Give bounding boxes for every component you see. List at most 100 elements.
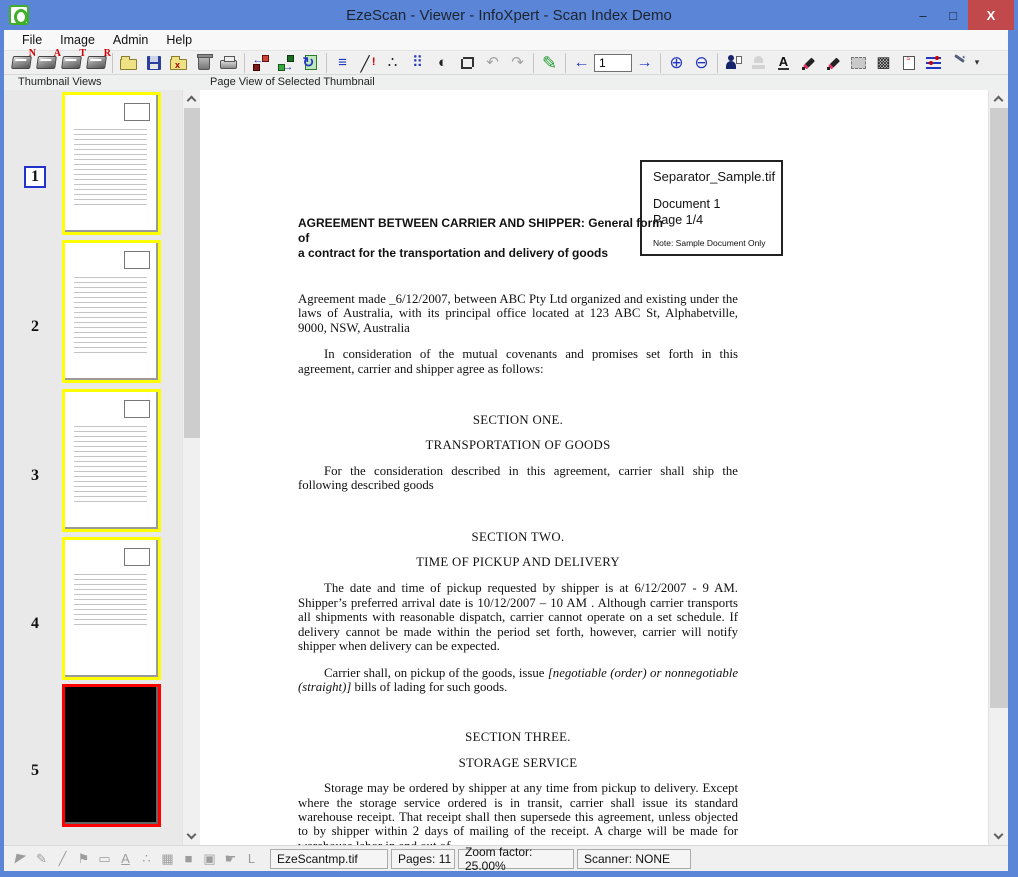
menu-admin[interactable]: Admin — [105, 31, 156, 49]
undo-button[interactable]: ↶ — [480, 52, 505, 74]
redact-person-button[interactable] — [721, 52, 746, 74]
pen-tool-icon[interactable]: ✎ — [31, 849, 52, 869]
paragraph-text: bills of lading for such goods. — [351, 680, 507, 694]
zoom-out-button[interactable]: ⊖ — [689, 52, 714, 74]
marker-icon — [801, 55, 817, 71]
stamp-icon — [752, 56, 766, 69]
menu-file[interactable]: File — [14, 31, 50, 49]
paragraph: In consideration of the mutual covenants… — [298, 347, 738, 376]
thumbnail-page-4[interactable] — [62, 537, 161, 680]
close-button[interactable]: X — [968, 0, 1014, 30]
scroll-up-button[interactable] — [989, 90, 1008, 107]
clean-image-button[interactable]: ▩ — [871, 52, 896, 74]
pencil-tool-icon[interactable]: ╱ — [52, 849, 73, 869]
despeckle-heavy-button[interactable]: ⠿ — [405, 52, 430, 74]
highlighter-button[interactable]: ✎ — [537, 52, 562, 74]
scroll-up-button[interactable] — [183, 90, 200, 107]
menu-help[interactable]: Help — [158, 31, 200, 49]
thumbnail-number-3: 3 — [24, 467, 46, 485]
status-zoom-factor: Zoom factor: 25.00% — [458, 849, 574, 869]
redo-button[interactable]: ↷ — [505, 52, 530, 74]
note-icon: ≈ — [903, 56, 915, 70]
status-scanner: Scanner: NONE — [577, 849, 691, 869]
stamp-tool-icon[interactable]: ▦ — [157, 849, 178, 869]
delete-page-button[interactable] — [191, 52, 216, 74]
zoom-in-button[interactable]: ⊕ — [664, 52, 689, 74]
zoom-in-icon: ⊕ — [669, 54, 683, 71]
text-annotation-button[interactable]: A — [771, 52, 796, 74]
scan-append-button[interactable]: A — [34, 52, 59, 74]
thumbnail-scrollbar-thumb[interactable] — [184, 108, 200, 438]
thumbnail-scrollbar[interactable] — [182, 90, 200, 845]
pointer-tool-icon[interactable]: ◤ — [8, 847, 33, 871]
magic-wand-icon — [951, 55, 967, 71]
marker-2-button[interactable] — [821, 52, 846, 74]
close-icon: X — [987, 8, 996, 23]
scan-twain-button[interactable]: T — [59, 52, 84, 74]
thumbnail-page-2[interactable] — [62, 240, 161, 383]
minimize-button[interactable]: – — [908, 0, 938, 30]
fill-dots-tool-icon[interactable]: ▣ — [199, 849, 220, 869]
save-file-button[interactable] — [141, 52, 166, 74]
lasso-tool-icon[interactable]: ⚑ — [73, 849, 94, 869]
crop-border-button[interactable] — [455, 52, 480, 74]
move-page-right-button[interactable]: → — [273, 52, 298, 74]
prev-page-button[interactable]: ← — [569, 52, 594, 74]
paragraph-text: Carrier shall, on pickup of the goods, i… — [324, 666, 548, 680]
adjust-settings-button[interactable] — [921, 52, 946, 74]
notes-button[interactable]: ≈ — [896, 52, 921, 74]
open-file-button[interactable] — [116, 52, 141, 74]
clean-image-icon: ▩ — [876, 55, 890, 70]
select-region-button[interactable] — [846, 52, 871, 74]
spray-tool-icon[interactable]: ∴ — [136, 849, 157, 869]
redo-icon: ↷ — [511, 55, 524, 70]
magic-wand-button[interactable] — [946, 52, 971, 74]
prev-page-icon: ← — [574, 54, 590, 72]
marker-icon — [826, 55, 842, 71]
align-lines-button[interactable]: ≡ — [330, 52, 355, 74]
thumbnail-page-image — [65, 687, 158, 824]
move-page-left-button[interactable]: ← — [248, 52, 273, 74]
page-view-scrollbar[interactable] — [988, 90, 1008, 845]
next-page-button[interactable]: → — [632, 52, 657, 74]
window-controls: – □ X — [908, 0, 1014, 30]
text-tool-icon[interactable]: A — [115, 849, 136, 869]
chevron-down-icon — [187, 830, 197, 840]
delete-x-icon: x — [175, 60, 180, 70]
stamp-button[interactable] — [746, 52, 771, 74]
thumbnail-page-1[interactable] — [62, 92, 161, 235]
deskew-button[interactable]: ╱! — [355, 52, 380, 74]
section-heading: SECTION ONE. — [298, 413, 738, 427]
scroll-down-button[interactable] — [183, 828, 200, 845]
deskew-icon: ╱! — [360, 55, 376, 71]
scroll-down-button[interactable] — [989, 828, 1008, 845]
marker-1-button[interactable] — [796, 52, 821, 74]
highlighter-icon: ✎ — [542, 54, 557, 72]
toolbar-separator — [657, 53, 664, 73]
page-number-input[interactable] — [594, 54, 632, 72]
print-button[interactable] — [216, 52, 241, 74]
maximize-button[interactable]: □ — [938, 0, 968, 30]
fill-tool-icon[interactable]: ■ — [178, 849, 199, 869]
invert-button[interactable]: ◐ — [430, 52, 455, 74]
save-icon — [147, 56, 161, 70]
panel-header-row: Thumbnail Views Page View of Selected Th… — [4, 75, 1008, 90]
wand-dropdown-button[interactable]: ▾ — [971, 52, 983, 74]
thumbnail-page-3[interactable] — [62, 389, 161, 532]
scan-new-button[interactable]: N — [9, 52, 34, 74]
page-view[interactable]: Separator_Sample.tif Document 1 Page 1/4… — [200, 90, 988, 845]
letter-l-indicator: L — [241, 849, 262, 869]
menu-image[interactable]: Image — [52, 31, 103, 49]
delete-file-button[interactable]: x — [166, 52, 191, 74]
thumbnail-page-image — [65, 95, 158, 232]
rectangle-tool-icon[interactable]: ▭ — [94, 849, 115, 869]
despeckle-light-button[interactable]: ∴ — [380, 52, 405, 74]
page-view-scrollbar-thumb[interactable] — [990, 108, 1008, 708]
open-folder-icon — [120, 59, 137, 70]
rotate-page-button[interactable]: ↻ — [298, 52, 323, 74]
move-left-icon: ← — [252, 55, 270, 71]
scan-replace-button[interactable]: R — [84, 52, 109, 74]
hand-tool-icon[interactable]: ☛ — [220, 849, 241, 869]
window-title: EzeScan - Viewer - InfoXpert - Scan Inde… — [0, 7, 1018, 24]
thumbnail-page-5[interactable] — [62, 684, 161, 827]
